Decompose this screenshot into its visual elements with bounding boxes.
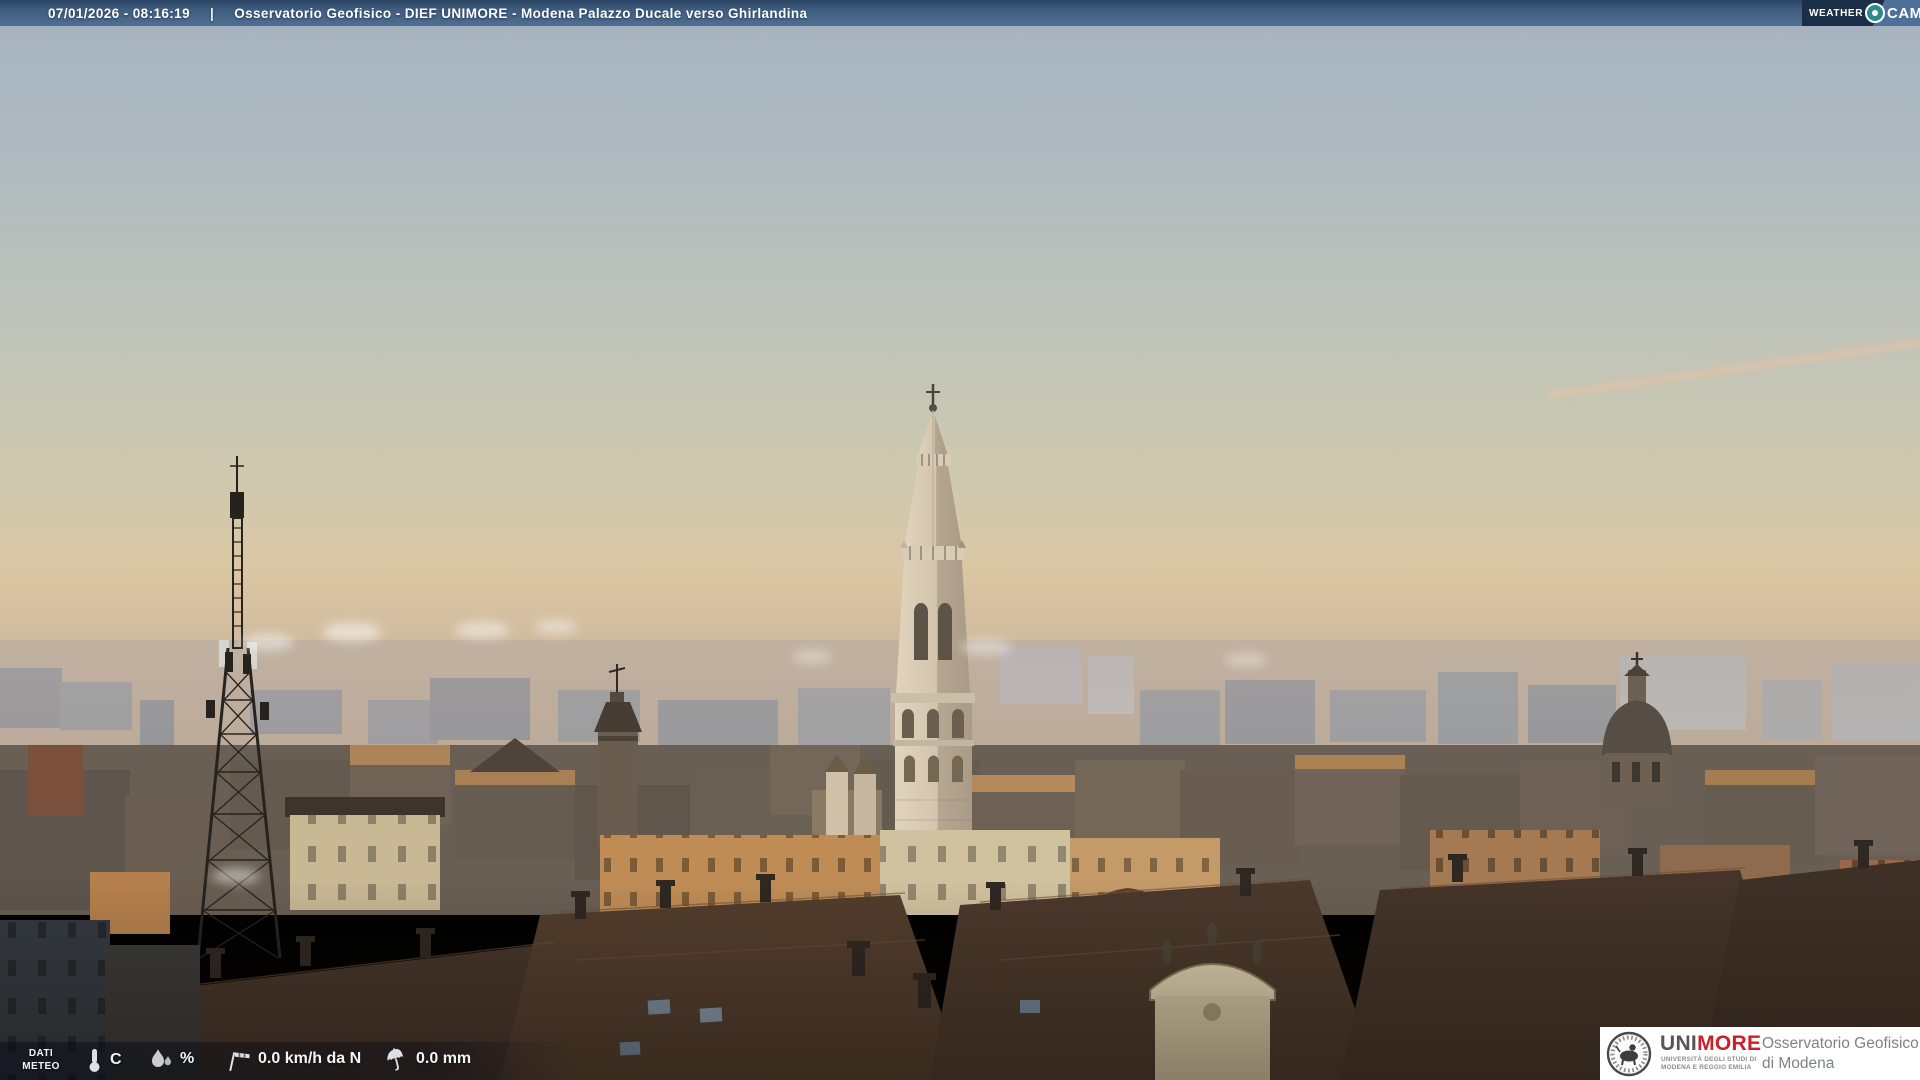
unimore-crest-icon [1606,1031,1652,1077]
unimore-wordmark: UNIMORE [1660,1032,1762,1055]
rain-reading: 0.0 mm [384,1046,471,1072]
camera-title: Osservatorio Geofisico - DIEF UNIMORE - … [234,5,808,21]
unimore-subtitle: UNIVERSITÀ DEGLI STUDI DI MODENA E REGGI… [1661,1056,1757,1071]
windsock-icon [229,1052,250,1072]
meteo-data-label: DATI METEO [22,1048,60,1072]
topbar: 07/01/2026 - 08:16:19 | Osservatorio Geo… [0,0,1920,26]
cityscape-photo [0,0,1920,1080]
humidity-reading: % [150,1046,194,1072]
thermometer-icon [89,1049,100,1072]
weathercam-cam-label: CAM [1887,5,1920,22]
webcam-view: 07/01/2026 - 08:16:19 | Osservatorio Geo… [0,0,1920,1080]
camera-lens-icon [1865,3,1885,23]
meteo-bar: DATI METEO C % 0.0 km/h da N 0.0 mm [0,1042,740,1080]
observatory-name: Osservatorio Geofisico di Modena [1762,1035,1919,1072]
temperature-reading: C [84,1046,122,1074]
umbrella-icon [387,1048,404,1071]
timestamp: 07/01/2026 - 08:16:19 [48,5,191,21]
weathercam-weather-label: WEATHER [1809,8,1864,19]
weathercam-logo[interactable]: WEATHER CAM [1802,0,1920,26]
droplet-icon [152,1049,171,1067]
wind-reading: 0.0 km/h da N [224,1046,361,1072]
separator: | [210,5,215,21]
unimore-logo-box[interactable]: UNIMORE UNIVERSITÀ DEGLI STUDI DI MODENA… [1600,1027,1920,1080]
